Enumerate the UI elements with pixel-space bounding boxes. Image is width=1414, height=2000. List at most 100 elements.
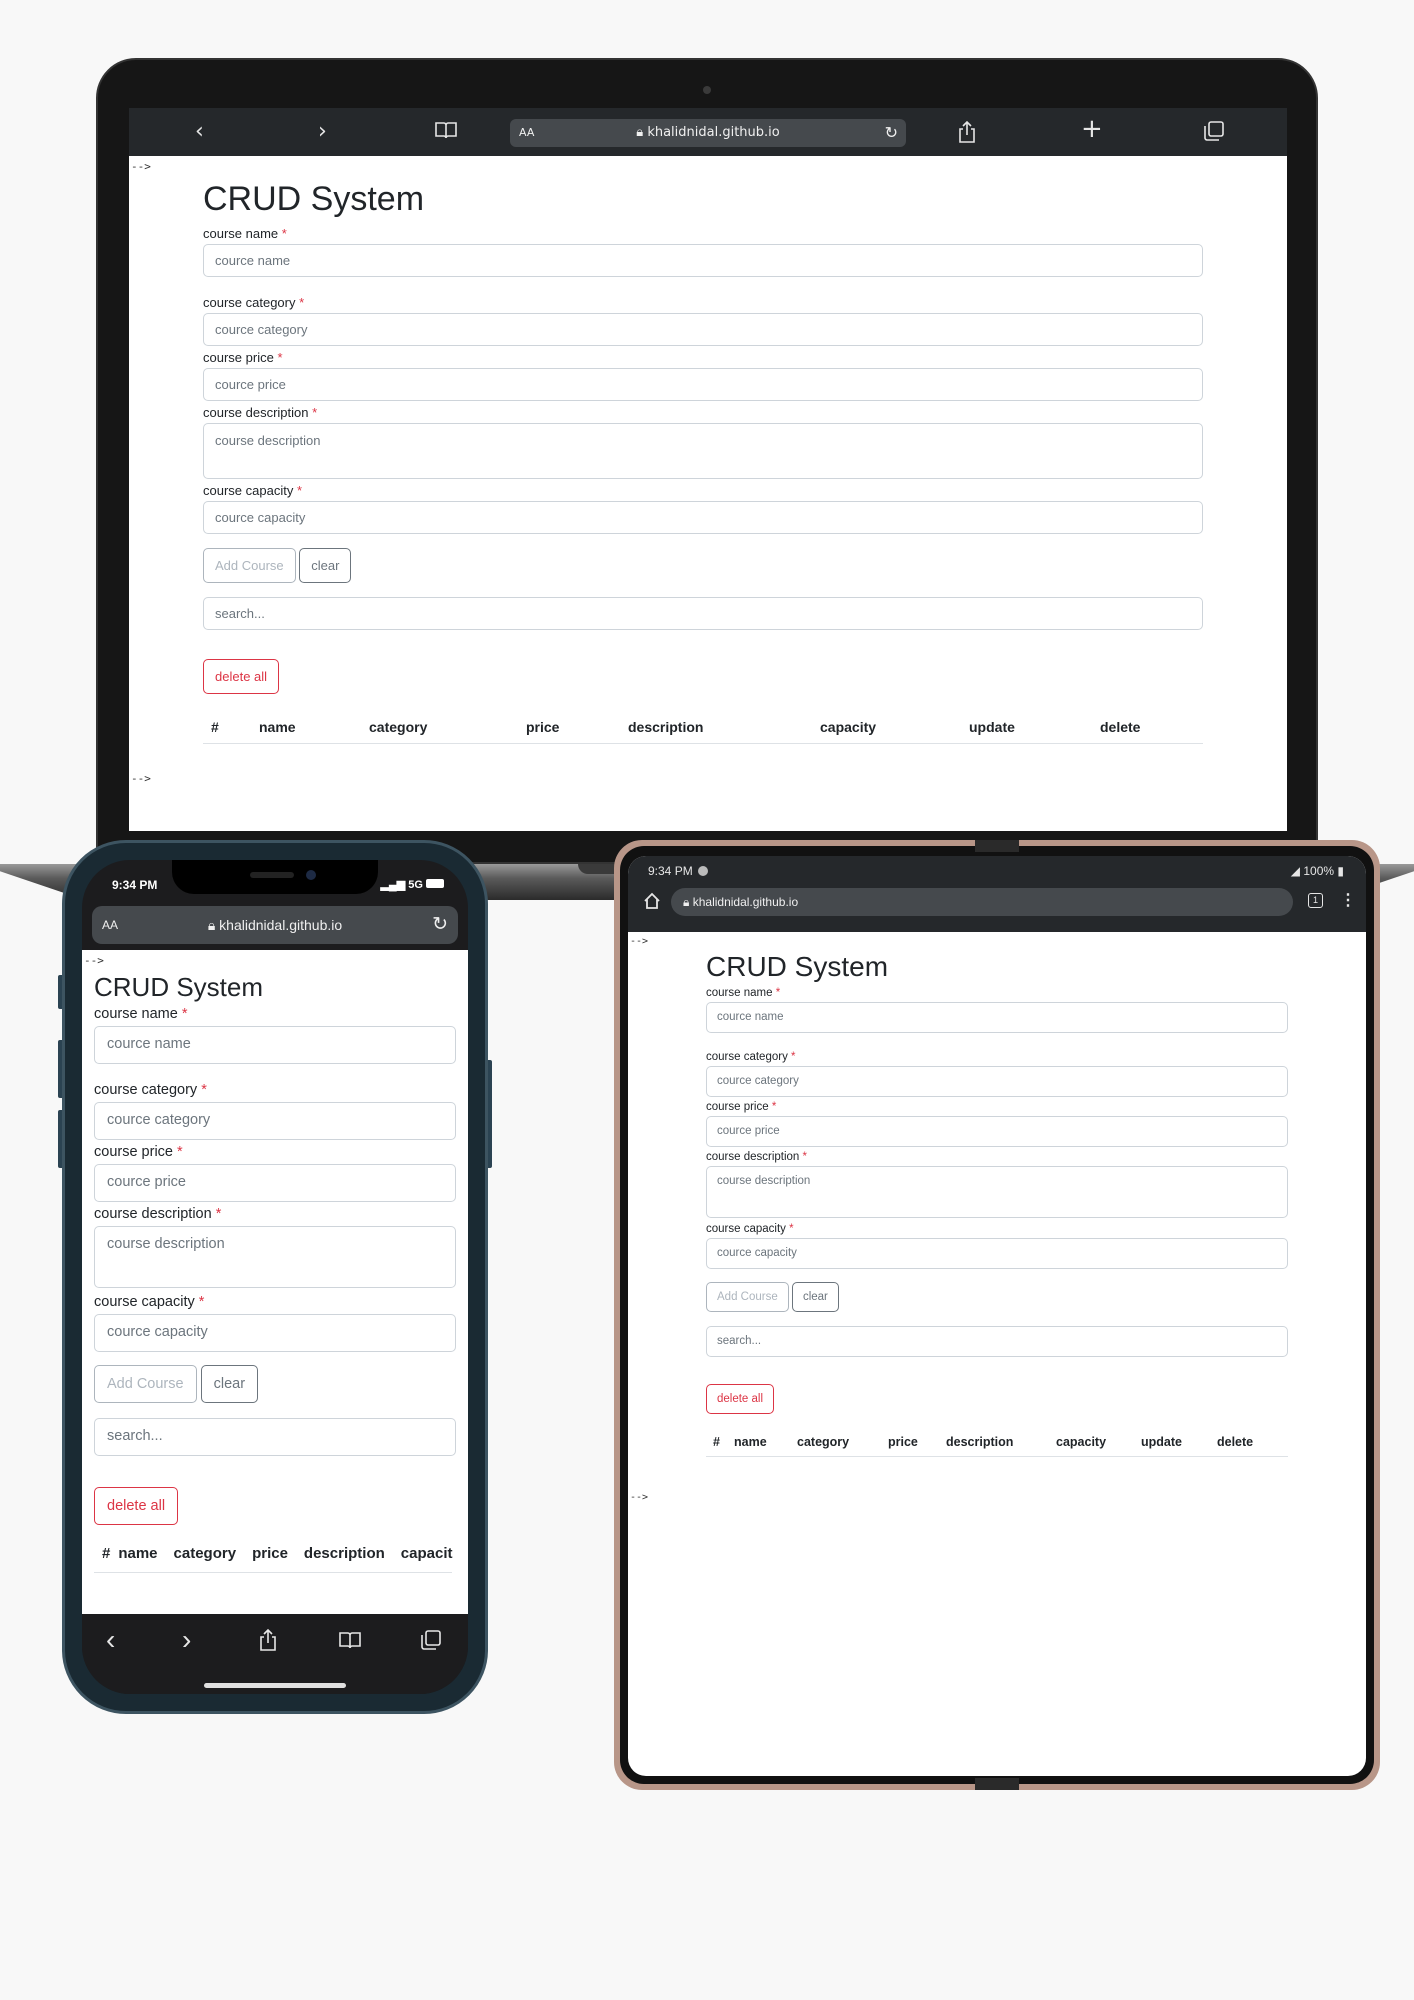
course-capacity-label: course capacity *: [94, 1294, 205, 1310]
tablet-hinge: [975, 1778, 1019, 1790]
url-text: khalidnidal.github.io: [219, 917, 343, 933]
phone-camera: [306, 870, 316, 880]
laptop-browser-toolbar: ‹ › AA 🔒︎ khalidnidal.github.io ↻ +: [129, 108, 1287, 156]
course-name-input[interactable]: cource name: [94, 1026, 456, 1064]
course-name-input[interactable]: cource name: [706, 1002, 1288, 1033]
courses-table: # name category price description capaci…: [94, 1535, 453, 1573]
course-category-input[interactable]: cource category: [94, 1102, 456, 1140]
search-input[interactable]: search...: [94, 1418, 456, 1456]
add-course-button[interactable]: Add Course: [706, 1282, 789, 1312]
col-description: description: [946, 1428, 1056, 1457]
add-course-button[interactable]: Add Course: [94, 1365, 197, 1403]
bookmarks-icon[interactable]: [338, 1630, 362, 1655]
col-capacity: capacity: [1056, 1428, 1141, 1457]
course-category-label: course category *: [94, 1082, 207, 1098]
back-icon[interactable]: ‹: [106, 1624, 115, 1656]
signal-icon: ◢: [1290, 864, 1304, 878]
col-capacity: capacity: [820, 711, 969, 744]
url-text: khalidnidal.github.io: [647, 125, 780, 140]
col-delete: delete: [1100, 711, 1203, 744]
tablet-hinge: [975, 840, 1019, 852]
bookmarks-icon[interactable]: [434, 120, 458, 147]
tablet-crud-app: CRUD System course name * cource name co…: [706, 948, 1288, 1457]
page-title: CRUD System: [203, 180, 425, 218]
signal-icon: ▂▄▆: [380, 879, 409, 891]
laptop-crud-app: CRUD System course name * cource name co…: [203, 178, 1203, 744]
laptop-screen: ‹ › AA 🔒︎ khalidnidal.github.io ↻ + --> …: [129, 108, 1287, 831]
col-name: name: [734, 1428, 797, 1457]
tabs-icon[interactable]: [420, 1629, 442, 1656]
tablet-address-bar[interactable]: 🔒︎ khalidnidal.github.io: [671, 888, 1293, 916]
back-icon[interactable]: ‹: [195, 120, 204, 144]
course-category-input[interactable]: cource category: [706, 1066, 1288, 1097]
home-icon[interactable]: [643, 892, 661, 915]
course-capacity-input[interactable]: cource capacity: [706, 1238, 1288, 1269]
reload-icon[interactable]: ↻: [885, 123, 898, 142]
html-comment-text: -->: [84, 954, 104, 967]
col-description: description: [628, 711, 820, 744]
course-capacity-input[interactable]: cource capacity: [203, 501, 1203, 534]
col-delete: delete: [1217, 1428, 1288, 1457]
clear-button[interactable]: clear: [200, 1365, 259, 1403]
laptop-url: 🔒︎ khalidnidal.github.io: [510, 125, 906, 140]
col-category: category: [369, 711, 526, 744]
page-title: CRUD System: [706, 951, 889, 982]
phone-signal: ▂▄▆ 5G: [380, 878, 444, 891]
course-price-label: course price *: [203, 350, 283, 365]
lock-icon: 🔒︎: [636, 125, 648, 140]
reload-icon[interactable]: ↻: [432, 913, 448, 936]
search-input[interactable]: search...: [706, 1326, 1288, 1357]
course-price-label: course price *: [94, 1144, 183, 1160]
course-description-label: course description *: [706, 1151, 808, 1163]
clear-button[interactable]: clear: [299, 548, 352, 583]
battery-icon: [426, 879, 444, 888]
phone-bottom-toolbar: ‹ ›: [82, 1614, 468, 1694]
tablet-status-time: 9:34 PM: [648, 864, 693, 878]
forward-icon[interactable]: ›: [318, 120, 327, 144]
phone-page-viewport: --> CRUD System course name * cource nam…: [82, 950, 468, 1614]
page-title: CRUD System: [94, 972, 264, 1002]
course-capacity-label: course capacity *: [706, 1223, 794, 1235]
new-tab-icon[interactable]: +: [1081, 116, 1103, 142]
col-price: price: [526, 711, 628, 744]
add-course-button[interactable]: Add Course: [203, 548, 296, 583]
phone-url: 🔒︎ khalidnidal.github.io: [92, 917, 458, 934]
html-comment-text: -->: [131, 772, 151, 785]
share-icon[interactable]: [957, 120, 977, 150]
col-category: category: [165, 1535, 245, 1573]
course-description-textarea[interactable]: course description: [203, 423, 1203, 479]
phone-address-bar[interactable]: AA 🔒︎ khalidnidal.github.io ↻: [92, 906, 458, 944]
table-header-row: # name category price description capaci…: [203, 711, 1203, 744]
phone-notch: [172, 860, 378, 894]
share-icon[interactable]: [258, 1628, 278, 1657]
course-price-label: course price *: [706, 1101, 777, 1113]
col-update: update: [969, 711, 1100, 744]
tablet-battery: ◢ 100% ▮: [1290, 864, 1344, 878]
course-price-input[interactable]: cource price: [706, 1116, 1288, 1147]
url-text: khalidnidal.github.io: [692, 895, 799, 909]
delete-all-button[interactable]: delete all: [203, 659, 280, 694]
col-description: description: [295, 1535, 393, 1573]
course-capacity-input[interactable]: cource capacity: [94, 1314, 456, 1352]
laptop-address-bar[interactable]: AA 🔒︎ khalidnidal.github.io ↻: [510, 119, 906, 147]
clear-button[interactable]: clear: [791, 1282, 839, 1312]
course-category-input[interactable]: cource category: [203, 313, 1203, 346]
delete-all-button[interactable]: delete all: [706, 1384, 775, 1414]
home-indicator[interactable]: [204, 1683, 346, 1688]
phone-status-time: 9:34 PM: [112, 878, 158, 892]
course-name-label: course name *: [706, 987, 781, 999]
course-price-input[interactable]: cource price: [94, 1164, 456, 1202]
tab-count-button[interactable]: 1: [1308, 893, 1323, 908]
course-price-input[interactable]: cource price: [203, 368, 1203, 401]
forward-icon[interactable]: ›: [182, 1624, 191, 1656]
col-update: update: [1141, 1428, 1217, 1457]
course-description-textarea[interactable]: course description: [94, 1226, 456, 1288]
course-name-input[interactable]: cource name: [203, 244, 1203, 277]
search-input[interactable]: search...: [203, 597, 1203, 630]
menu-icon[interactable]: ⋮: [1340, 890, 1356, 910]
tabs-icon[interactable]: [1203, 120, 1225, 148]
courses-table: # name category price description capaci…: [706, 1428, 1288, 1457]
course-description-textarea[interactable]: course description: [706, 1166, 1288, 1218]
phone-crud-app: CRUD System course name * cource name co…: [94, 970, 456, 1573]
delete-all-button[interactable]: delete all: [94, 1487, 179, 1525]
